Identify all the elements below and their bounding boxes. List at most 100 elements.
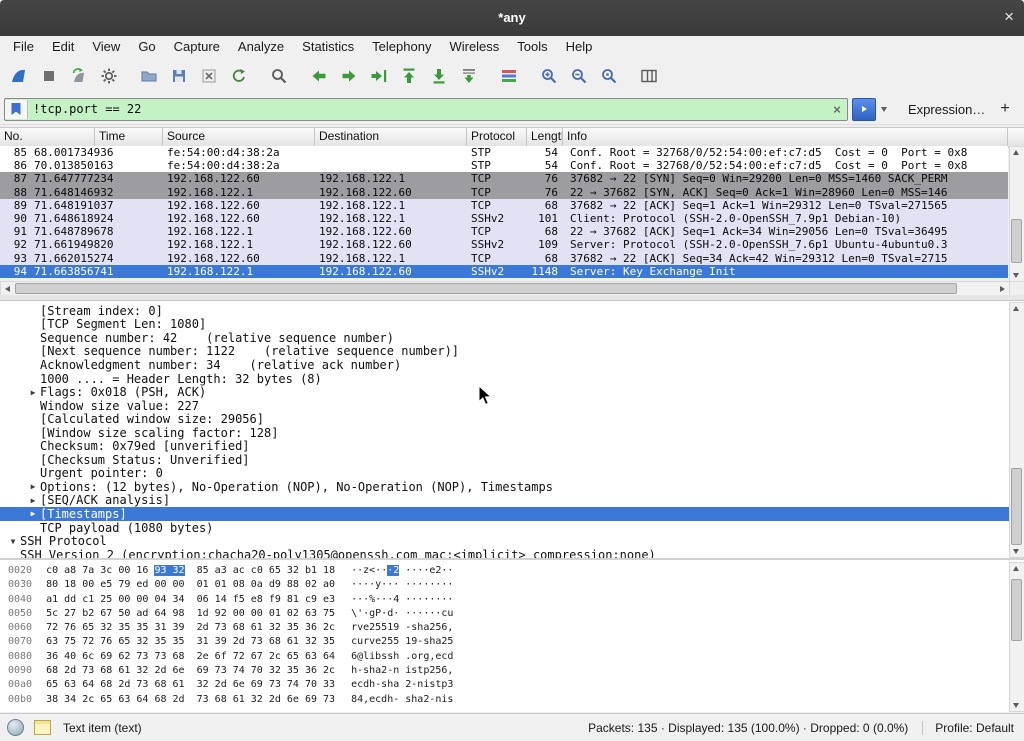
- detail-line[interactable]: Sequence number: 42 (relative sequence n…: [0, 331, 1024, 345]
- stop-capture-button[interactable]: [34, 61, 64, 91]
- col-source[interactable]: Source: [163, 128, 315, 147]
- hex-row[interactable]: 009068 2d 73 68 61 32 2d 6e 69 73 74 70 …: [0, 665, 1024, 679]
- auto-scroll-button[interactable]: [454, 61, 484, 91]
- detail-line-timestamps-selected[interactable]: ▶[Timestamps]: [0, 507, 1024, 521]
- scroll-up-arrow-icon[interactable]: [1013, 566, 1019, 571]
- hex-row[interactable]: 0020c0 a8 7a 3c 00 16 93 32 85 a3 ac c0 …: [0, 565, 1024, 579]
- reload-file-button[interactable]: [224, 61, 254, 91]
- detail-line[interactable]: [Stream index: 0]: [0, 304, 1024, 318]
- go-to-last-packet-button[interactable]: [424, 61, 454, 91]
- restart-capture-button[interactable]: [64, 61, 94, 91]
- col-time[interactable]: Time: [95, 128, 163, 147]
- scrollbar-thumb[interactable]: [1011, 468, 1022, 545]
- expression-button[interactable]: Expression…: [908, 102, 985, 117]
- detail-line[interactable]: SSH Version 2 (encryption:chacha20-poly1…: [0, 548, 1024, 558]
- expander-icon[interactable]: ▶: [26, 388, 40, 397]
- expert-info-icon[interactable]: [7, 719, 24, 736]
- detail-line-options[interactable]: ▶Options: (12 bytes), No-Operation (NOP)…: [0, 480, 1024, 494]
- hex-row[interactable]: 00a065 63 64 68 2d 73 68 61 32 2d 6e 69 …: [0, 679, 1024, 693]
- start-capture-button[interactable]: [4, 61, 34, 91]
- filter-value[interactable]: !tcp.port == 22: [28, 102, 827, 116]
- detail-line[interactable]: Checksum: 0x79ed [unverified]: [0, 439, 1024, 453]
- col-destination[interactable]: Destination: [315, 128, 467, 147]
- menu-edit[interactable]: Edit: [43, 36, 83, 58]
- detail-line-seq-ack[interactable]: ▶[SEQ/ACK analysis]: [0, 494, 1024, 508]
- col-info[interactable]: Info: [563, 128, 1008, 147]
- hex-row[interactable]: 00505c 27 b2 67 50 ad 64 98 1d 92 00 00 …: [0, 608, 1024, 622]
- close-file-button[interactable]: [194, 61, 224, 91]
- packet-row-88[interactable]: 8871.648146932192.168.122.1192.168.122.6…: [0, 186, 1008, 199]
- menu-analyze[interactable]: Analyze: [229, 36, 293, 58]
- packet-row-91[interactable]: 9171.648789678192.168.122.1192.168.122.6…: [0, 225, 1008, 238]
- hex-row[interactable]: 006072 76 65 32 35 35 31 39 2d 73 68 61 …: [0, 622, 1024, 636]
- titlebar[interactable]: *any ×: [0, 0, 1024, 37]
- detail-line[interactable]: [Next sequence number: 1122 (relative se…: [0, 345, 1024, 359]
- packet-row-89[interactable]: 8971.648191037192.168.122.60192.168.122.…: [0, 199, 1008, 212]
- hex-row[interactable]: 00b038 34 2c 65 63 64 68 2d 73 68 61 32 …: [0, 694, 1024, 708]
- scroll-up-arrow-icon[interactable]: [1013, 150, 1019, 155]
- go-to-packet-button[interactable]: [364, 61, 394, 91]
- hex-row[interactable]: 0040a1 dd c1 25 00 00 04 34 06 14 f5 e8 …: [0, 594, 1024, 608]
- scroll-up-arrow-icon[interactable]: [1013, 306, 1019, 311]
- zoom-in-button[interactable]: [534, 61, 564, 91]
- detail-line[interactable]: 1000 .... = Header Length: 32 bytes (8): [0, 372, 1024, 386]
- colorize-packets-button[interactable]: [494, 61, 524, 91]
- menu-wireless[interactable]: Wireless: [440, 36, 508, 58]
- detail-line[interactable]: [TCP Segment Len: 1080]: [0, 318, 1024, 332]
- menu-statistics[interactable]: Statistics: [293, 36, 363, 58]
- packet-row-93[interactable]: 9371.662015274192.168.122.60192.168.122.…: [0, 252, 1008, 265]
- detail-line[interactable]: Window size value: 227: [0, 399, 1024, 413]
- scroll-left-arrow-icon[interactable]: [5, 286, 10, 292]
- go-to-first-packet-button[interactable]: [394, 61, 424, 91]
- detail-line-ssh-protocol[interactable]: ▼SSH Protocol: [0, 534, 1024, 548]
- detail-line[interactable]: [Calculated window size: 29056]: [0, 412, 1024, 426]
- expander-icon[interactable]: ▶: [26, 496, 40, 505]
- hex-row[interactable]: 003080 18 00 e5 79 ed 00 00 01 01 08 0a …: [0, 579, 1024, 593]
- resize-columns-button[interactable]: [634, 61, 664, 91]
- detail-line[interactable]: Urgent pointer: 0: [0, 467, 1024, 481]
- scroll-right-arrow-icon[interactable]: [1000, 286, 1005, 292]
- expander-icon[interactable]: ▼: [6, 537, 20, 546]
- status-profile[interactable]: Profile: Default: [922, 721, 1014, 735]
- open-file-button[interactable]: [134, 61, 164, 91]
- filter-dropdown-button[interactable]: [876, 99, 892, 120]
- zoom-original-button[interactable]: [594, 61, 624, 91]
- detail-line[interactable]: [Checksum Status: Unverified]: [0, 453, 1024, 467]
- packet-row-85[interactable]: 8568.001734936fe:54:00:d4:38:2aSTP54Conf…: [0, 146, 1008, 159]
- detail-line[interactable]: [Window size scaling factor: 128]: [0, 426, 1024, 440]
- display-filter-input[interactable]: !tcp.port == 22 ×: [4, 98, 848, 121]
- hex-row[interactable]: 007063 75 72 76 65 32 35 35 31 39 2d 73 …: [0, 636, 1024, 650]
- save-file-button[interactable]: [164, 61, 194, 91]
- go-forward-button[interactable]: [334, 61, 364, 91]
- details-vscrollbar[interactable]: [1009, 302, 1024, 558]
- packet-row-87[interactable]: 8771.647777234192.168.122.60192.168.122.…: [0, 172, 1008, 185]
- packet-row-94-selected[interactable]: 9471.663856741192.168.122.1192.168.122.6…: [0, 265, 1008, 278]
- menu-help[interactable]: Help: [557, 36, 602, 58]
- packet-row-92[interactable]: 9271.661949820192.168.122.1192.168.122.6…: [0, 238, 1008, 251]
- capture-comment-icon[interactable]: [34, 720, 51, 735]
- packet-list-vscrollbar[interactable]: [1009, 146, 1024, 282]
- zoom-out-button[interactable]: [564, 61, 594, 91]
- scrollbar-thumb[interactable]: [1011, 579, 1022, 641]
- capture-options-button[interactable]: [94, 61, 124, 91]
- packet-row-90[interactable]: 9071.648618924192.168.122.60192.168.122.…: [0, 212, 1008, 225]
- scrollbar-thumb[interactable]: [15, 283, 957, 294]
- packet-row-86[interactable]: 8670.013850163fe:54:00:d4:38:2aSTP54Conf…: [0, 159, 1008, 172]
- detail-line-flags[interactable]: ▶Flags: 0x018 (PSH, ACK): [0, 385, 1024, 399]
- menu-file[interactable]: File: [4, 36, 43, 58]
- hex-row[interactable]: 008036 40 6c 69 62 73 73 68 2e 6f 72 67 …: [0, 651, 1024, 665]
- menu-telephony[interactable]: Telephony: [363, 36, 440, 58]
- menu-tools[interactable]: Tools: [508, 36, 556, 58]
- window-close-button[interactable]: ×: [1004, 0, 1014, 34]
- scrollbar-thumb[interactable]: [1011, 219, 1022, 263]
- detail-line[interactable]: Acknowledgment number: 34 (relative ack …: [0, 358, 1024, 372]
- bytes-vscrollbar[interactable]: [1009, 562, 1024, 712]
- expander-icon[interactable]: ▶: [26, 509, 40, 518]
- add-filter-button[interactable]: +: [994, 100, 1016, 118]
- menu-capture[interactable]: Capture: [165, 36, 229, 58]
- go-back-button[interactable]: [304, 61, 334, 91]
- expander-icon[interactable]: ▶: [26, 482, 40, 491]
- menu-view[interactable]: View: [83, 36, 129, 58]
- scroll-down-arrow-icon[interactable]: [1013, 273, 1019, 278]
- detail-line[interactable]: TCP payload (1080 bytes): [0, 521, 1024, 535]
